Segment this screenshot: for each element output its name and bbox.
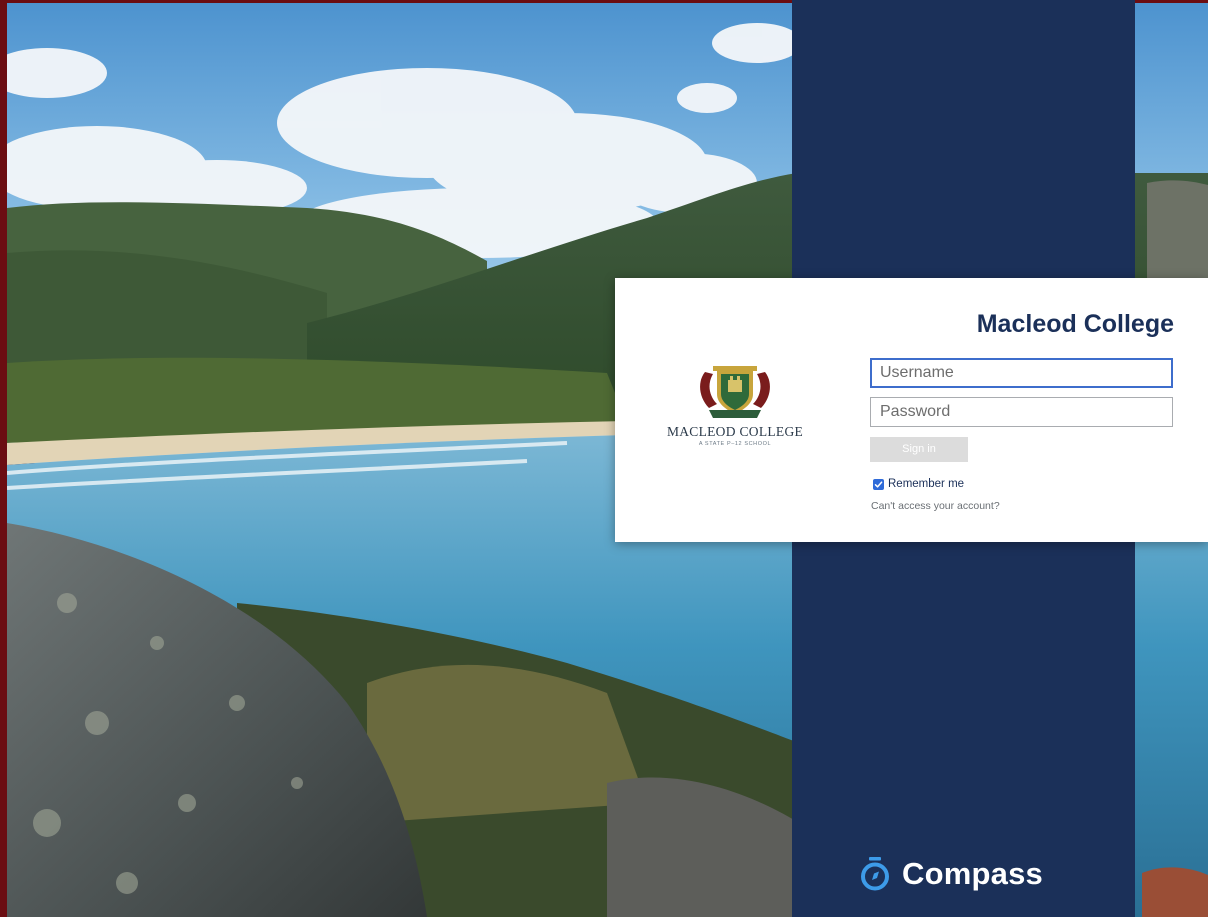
cant-access-account-link[interactable]: Can't access your account? [871, 500, 1000, 512]
sign-in-button[interactable]: Sign in [870, 437, 968, 462]
username-input[interactable] [870, 358, 1173, 388]
school-crest-icon [700, 366, 770, 418]
login-page: MACLEOD COLLEGE A STATE P–12 SCHOOL Macl… [0, 0, 1208, 917]
remember-me-label: Remember me [888, 478, 965, 490]
password-input[interactable] [870, 397, 1173, 427]
compass-brand: Compass [860, 856, 1043, 892]
window-frame-left [0, 0, 7, 917]
checkbox-checked-icon[interactable] [873, 478, 884, 490]
login-card: MACLEOD COLLEGE A STATE P–12 SCHOOL Macl… [615, 278, 1208, 542]
school-logo: MACLEOD COLLEGE A STATE P–12 SCHOOL [645, 364, 825, 456]
compass-brand-name: Compass [902, 856, 1043, 891]
page-title: Macleod College [976, 310, 1174, 338]
logo-school-name: MACLEOD COLLEGE [666, 424, 804, 439]
remember-me-checkbox[interactable]: Remember me [873, 478, 964, 490]
checkmark-icon [874, 480, 883, 488]
logo-school-subtitle: A STATE P–12 SCHOOL [698, 441, 772, 447]
compass-stopwatch-icon [861, 857, 889, 891]
